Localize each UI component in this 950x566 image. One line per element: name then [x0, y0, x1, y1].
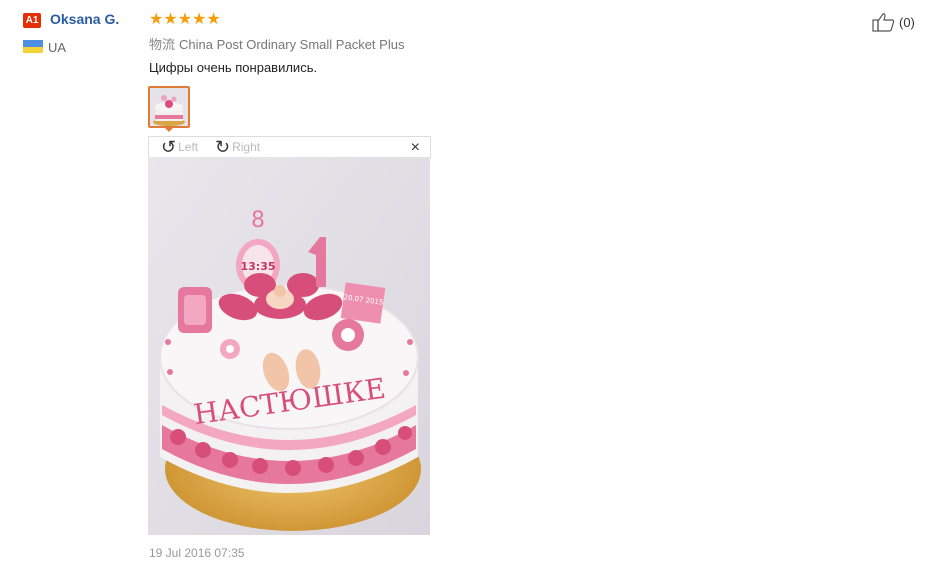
rotate-right-icon: ↻ — [215, 137, 231, 157]
user-level-badge: A1 — [23, 13, 41, 28]
country-flag-icon — [23, 40, 43, 53]
review-text: Цифры очень понравились. — [149, 60, 318, 75]
thumbnail-cake-image — [150, 88, 188, 126]
rotate-left-label: Left — [178, 140, 199, 154]
country-code: UA — [48, 40, 67, 55]
cake-photo-image: НАСТЮШКЕ 13:35 8 20.07 2015 — [148, 157, 430, 535]
like-count: (0) — [899, 14, 915, 30]
rotate-left-button[interactable]: ↺ Left — [161, 138, 198, 156]
shipping-info: 物流 China Post Ordinary Small Packet Plus — [149, 34, 404, 53]
cake-clock-text: 13:35 — [240, 260, 275, 273]
photo-thumbnail[interactable] — [148, 86, 190, 128]
thumbnail-pointer — [163, 126, 175, 132]
reviewer-name[interactable]: Oksana G. — [50, 11, 119, 27]
close-icon[interactable]: × — [411, 139, 420, 157]
review-date: 19 Jul 2016 07:35 — [149, 546, 245, 560]
rotate-left-icon: ↺ — [161, 137, 177, 157]
review-photo: НАСТЮШКЕ 13:35 8 20.07 2015 — [148, 157, 430, 535]
thumbs-up-icon — [872, 13, 895, 32]
rotate-right-label: Right — [232, 140, 261, 154]
rotate-right-button[interactable]: ↻ Right — [215, 138, 260, 156]
image-viewer-toolbar: ↺ Left ↻ Right × — [148, 136, 431, 158]
like-button[interactable]: (0) — [872, 12, 915, 32]
rating-stars: ★★★★★ — [149, 11, 221, 28]
shipping-label: 物流 — [149, 37, 176, 52]
svg-text:8: 8 — [251, 208, 265, 233]
shipping-method: China Post Ordinary Small Packet Plus — [179, 37, 405, 52]
